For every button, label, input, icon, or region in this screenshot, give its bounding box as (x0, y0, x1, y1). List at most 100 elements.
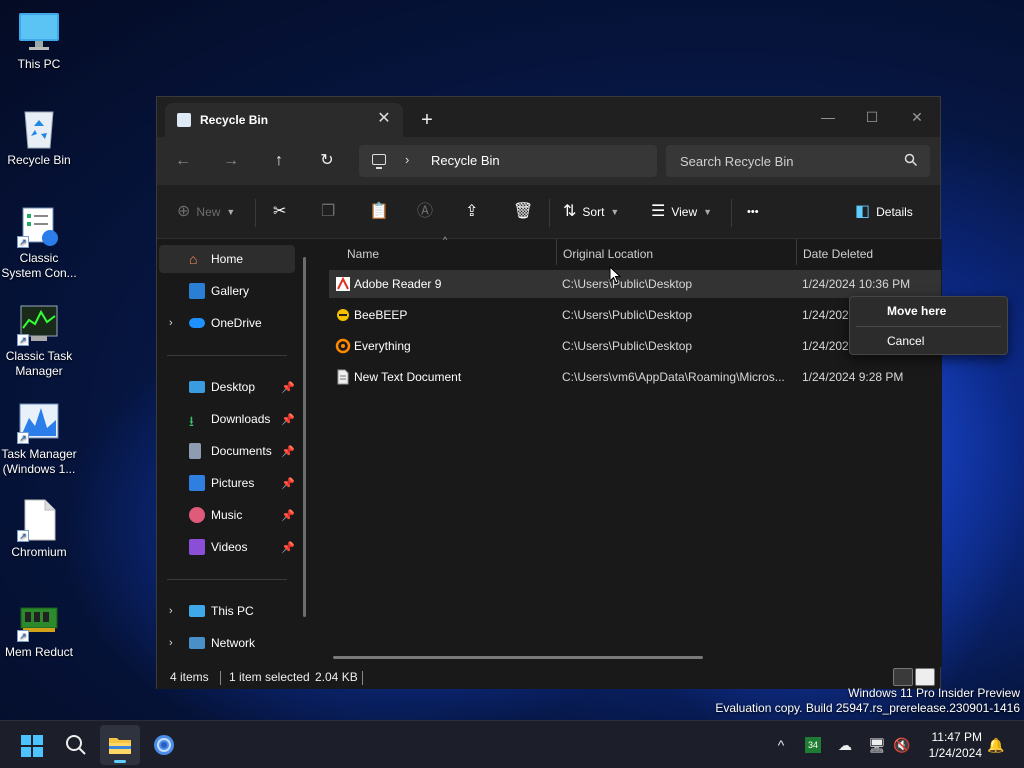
watermark-line-1: Windows 11 Pro Insider Preview (848, 686, 1020, 700)
start-button[interactable] (12, 725, 52, 765)
desktop-icon-mem-reduct[interactable]: ↗ Mem Reduct (0, 598, 78, 660)
minimize-button[interactable]: — (805, 103, 851, 131)
pictures-icon (189, 475, 205, 491)
column-header-date-deleted[interactable]: Date Deleted (803, 239, 873, 269)
maximize-button[interactable]: ☐ (849, 103, 895, 131)
taskbar-chromium[interactable] (144, 725, 184, 765)
desktop-icon-this-pc[interactable]: This PC (0, 10, 78, 72)
desktop-icon-classic-task-manager[interactable]: ↗ Classic Task Manager (0, 302, 78, 379)
pin-icon[interactable]: 📌 (281, 445, 295, 458)
file-original-location: C:\Users\Public\Desktop (562, 308, 693, 322)
taskbar-clock[interactable]: 11:47 PM 1/24/2024 (914, 729, 982, 761)
expand-chevron-icon[interactable]: › (169, 317, 173, 329)
sidebar-item-onedrive[interactable]: › OneDrive (159, 309, 295, 337)
desktop-icon-recycle-bin[interactable]: Recycle Bin (0, 106, 78, 168)
scissors-icon: ✂ (273, 203, 287, 220)
onedrive-offline-icon[interactable]: ☁ (835, 735, 855, 755)
sidebar-item-label: Pictures (211, 476, 255, 490)
delete-button[interactable]: 🗑 (513, 200, 533, 224)
sidebar-item-network[interactable]: › Network (159, 629, 295, 657)
tab-close-button[interactable]: ✕ (375, 110, 393, 128)
back-button[interactable]: ← (171, 149, 195, 173)
desktop-icon-classic-system-config[interactable]: ↗ Classic System Con... (0, 204, 78, 281)
large-icons-view-toggle-icon[interactable] (915, 668, 935, 686)
copy-icon: ❐ (321, 203, 336, 220)
more-dots-icon: ••• (747, 206, 759, 218)
column-separator[interactable] (796, 239, 797, 265)
address-bar[interactable]: › Recycle Bin (359, 145, 657, 177)
sidebar-item-desktop[interactable]: Desktop 📌 (159, 373, 295, 401)
sidebar-item-documents[interactable]: Documents 📌 (159, 437, 295, 465)
copy-button[interactable]: ❐ (321, 200, 335, 224)
column-header-original-location[interactable]: Original Location (563, 239, 653, 269)
search-box[interactable]: Search Recycle Bin (666, 145, 930, 177)
refresh-button[interactable]: ↻ (315, 149, 339, 173)
taskbar-file-explorer[interactable] (100, 725, 140, 765)
close-button[interactable]: ✕ (894, 103, 940, 131)
sidebar-item-music[interactable]: Music 📌 (159, 501, 295, 529)
memory-chip-icon: ↗ (17, 598, 61, 642)
sidebar-item-this-pc[interactable]: › This PC (159, 597, 295, 625)
sidebar-item-gallery[interactable]: Gallery (159, 277, 295, 305)
view-label: View (671, 205, 698, 219)
desktop-icon-label: Mem Reduct (4, 645, 74, 659)
volume-muted-icon[interactable]: 🔇 (892, 735, 912, 755)
cut-button[interactable]: ✂ (273, 200, 286, 224)
more-options-button[interactable]: ••• (747, 200, 759, 224)
plus-circle-icon: ⊕ (177, 203, 191, 220)
calendar-tray-icon[interactable]: 34 (803, 735, 823, 755)
music-icon (189, 507, 205, 523)
paste-button[interactable]: 📋 (369, 200, 389, 224)
pin-icon[interactable]: 📌 (281, 381, 295, 394)
pin-icon[interactable]: 📌 (281, 509, 295, 522)
sidebar-item-videos[interactable]: Videos 📌 (159, 533, 295, 561)
new-tab-button[interactable]: + (415, 109, 439, 133)
up-button[interactable]: ↑ (267, 149, 291, 173)
view-button[interactable]: ☰ View ▼ (651, 200, 712, 224)
notification-bell-icon[interactable]: 🔔 (986, 735, 1006, 755)
column-separator[interactable] (556, 239, 557, 265)
details-pane-button[interactable]: ◧ Details (855, 200, 913, 224)
desktop-icon-chromium[interactable]: ↗ Chromium (0, 498, 78, 560)
expand-chevron-icon[interactable]: › (169, 637, 173, 649)
pin-icon[interactable]: 📌 (281, 477, 295, 490)
move-here-menu-item[interactable]: Move here (887, 304, 946, 318)
sidebar-item-downloads[interactable]: ⭳ Downloads 📌 (159, 405, 295, 433)
shortcut-arrow-icon: ↗ (17, 236, 29, 248)
sidebar-item-label: Network (211, 636, 256, 650)
sidebar-item-label: Desktop (211, 380, 256, 394)
search-button[interactable] (56, 725, 96, 765)
tab-recycle-bin[interactable]: Recycle Bin ✕ (165, 103, 403, 137)
new-button[interactable]: ⊕ New ▼ (177, 200, 235, 224)
sidebar-divider (167, 579, 287, 580)
expand-chevron-icon[interactable]: › (169, 605, 173, 617)
pin-icon[interactable]: 📌 (281, 541, 295, 554)
sidebar-item-pictures[interactable]: Pictures 📌 (159, 469, 295, 497)
recycle-bin-icon (17, 106, 61, 150)
horizontal-scrollbar[interactable] (333, 656, 703, 659)
sidebar-item-home[interactable]: ⌂ Home (159, 245, 295, 273)
chevron-down-icon: ▼ (226, 207, 236, 217)
clipboard-icon: 📋 (369, 203, 389, 220)
breadcrumb-recycle-bin[interactable]: Recycle Bin (431, 153, 500, 168)
column-header-name[interactable]: Name (347, 239, 379, 269)
sort-button[interactable]: ⇅ Sort ▼ (563, 200, 619, 224)
shortcut-arrow-icon: ↗ (17, 334, 29, 346)
details-view-toggle-icon[interactable] (893, 668, 913, 686)
taskbar: ^ 34 ☁ 🖥 🔇 11:47 PM 1/24/2024 🔔 (0, 720, 1024, 768)
pin-icon[interactable]: 📌 (281, 413, 295, 426)
command-separator (549, 199, 550, 227)
cancel-menu-item[interactable]: Cancel (887, 334, 924, 348)
rename-button[interactable]: Ⓐ (417, 200, 433, 224)
desktop-icon-task-manager[interactable]: ↗ Task Manager (Windows 1... (0, 400, 78, 477)
file-row[interactable]: Adobe Reader 9 C:\Users\Public\Desktop 1… (329, 270, 941, 298)
calendar-badge: 34 (805, 737, 821, 753)
file-row[interactable]: New Text Document C:\Users\vm6\AppData\R… (329, 363, 941, 391)
show-hidden-icons-chevron-icon[interactable]: ^ (771, 735, 791, 755)
network-icon[interactable]: 🖥 (867, 735, 887, 755)
forward-button[interactable]: → (219, 149, 243, 173)
breadcrumb-chevron-icon[interactable]: › (405, 152, 409, 167)
sidebar-scrollbar[interactable] (303, 257, 306, 617)
share-button[interactable]: ⇪ (465, 200, 478, 224)
gallery-icon (189, 283, 205, 299)
